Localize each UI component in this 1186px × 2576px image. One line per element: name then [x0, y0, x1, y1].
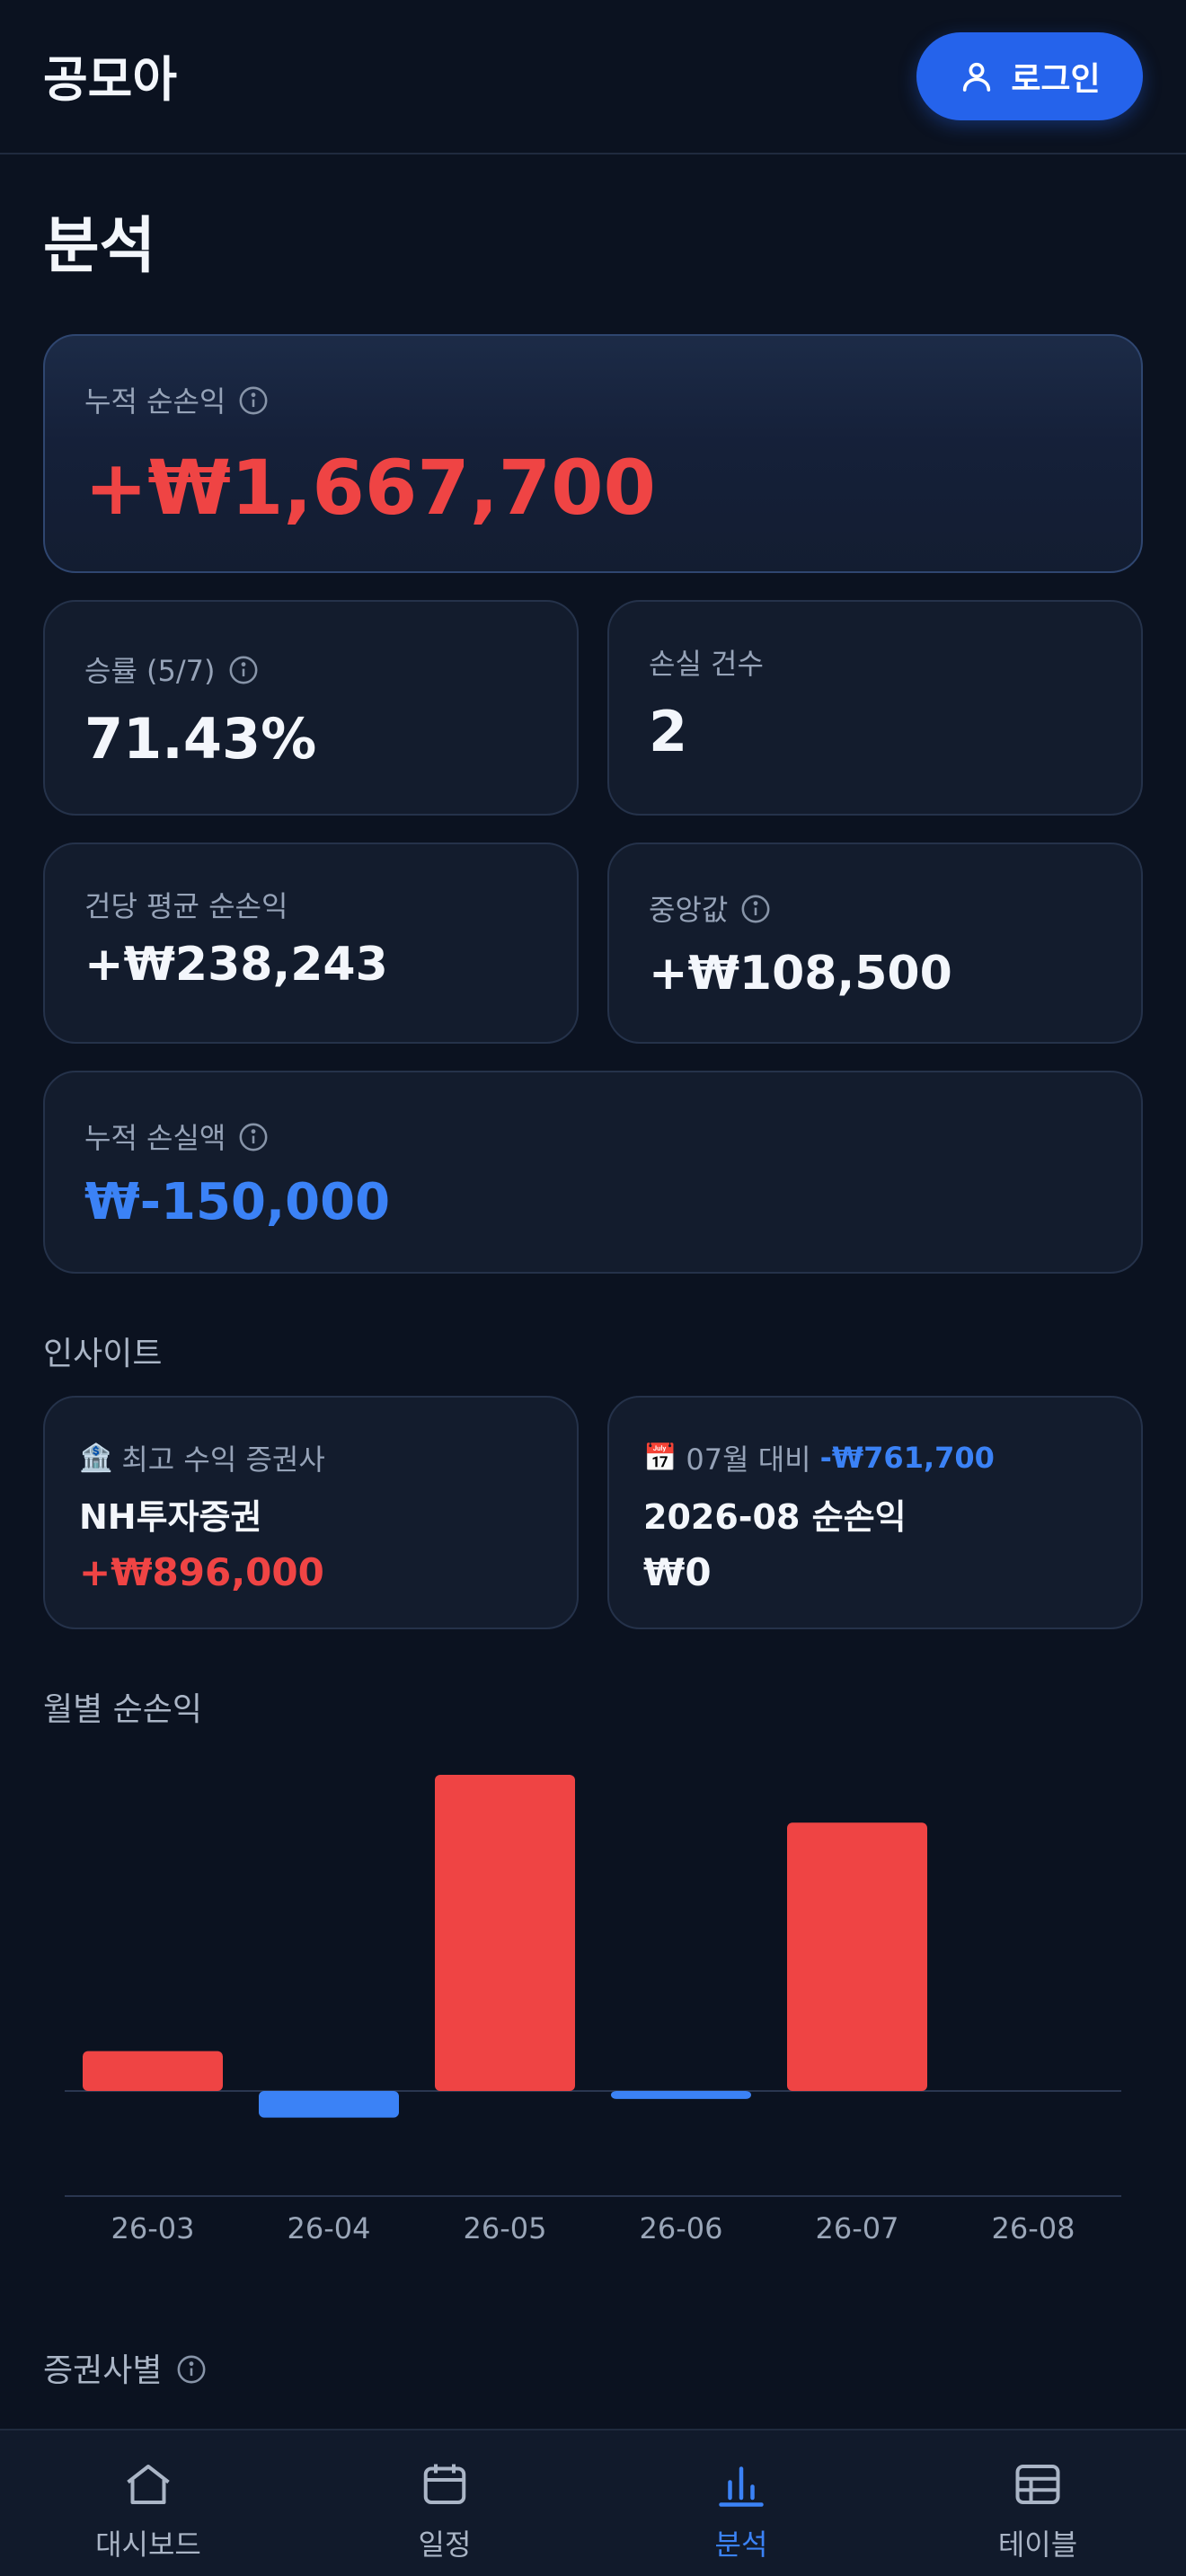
cumulative-net-value: +₩1,667,700 [84, 444, 656, 532]
x-tick-label: 26-05 [464, 2211, 547, 2245]
nav-item-schedule[interactable]: 일정 [337, 2457, 553, 2563]
cumulative-loss-label: 누적 손실액 [84, 1121, 226, 1155]
x-tick-label: 26-07 [816, 2211, 899, 2245]
month-compare-name: 2026-08 순손익 [643, 1497, 907, 1537]
avg-net-label: 건당 평균 순손익 [84, 889, 288, 923]
cumulative-loss-value: ₩-150,000 [84, 1173, 391, 1231]
cumulative-net-card: 누적 순손익 +₩1,667,700 [43, 334, 1143, 573]
x-tick-label: 26-08 [992, 2211, 1075, 2245]
month-compare-label: 07월 대비 [686, 1442, 811, 1477]
bar-26-06[interactable] [611, 2091, 751, 2099]
nav-item-analysis[interactable]: 분석 [633, 2457, 849, 2563]
top-broker-label: 최고 수익 증권사 [121, 1442, 325, 1477]
info-icon[interactable] [228, 654, 259, 684]
win-rate-value: 71.43% [84, 706, 317, 772]
user-icon [959, 58, 995, 94]
home-icon [121, 2457, 175, 2511]
page-title: 분석 [43, 211, 156, 282]
nav-label-table: 테이블 [997, 2527, 1078, 2562]
table-icon [1011, 2457, 1065, 2511]
top-broker-value: +₩896,000 [79, 1550, 324, 1594]
nav-item-dashboard[interactable]: 대시보드 [40, 2457, 256, 2563]
x-tick-label: 26-06 [640, 2211, 723, 2245]
x-tick-label: 26-04 [288, 2211, 371, 2245]
monthly-bar-chart: 26-03 26-04 26-05 26-06 26-07 26-08 [65, 1775, 1121, 2245]
median-card: 중앙값 +₩108,500 [607, 842, 1143, 1044]
bar-26-07[interactable] [787, 1822, 927, 2091]
app-header: 공모아 로그인 [0, 0, 1186, 154]
info-icon[interactable] [238, 384, 269, 415]
top-broker-name: NH투자증권 [79, 1497, 262, 1537]
bottom-nav: 대시보드 일정 분석 테이블 [0, 2429, 1186, 2576]
broker-section-title: 증권사별 [43, 2352, 163, 2389]
win-rate-card: 승률 (5/7) 71.43% [43, 600, 579, 816]
nav-label-dashboard: 대시보드 [95, 2527, 201, 2562]
bar-26-05[interactable] [435, 1775, 575, 2091]
median-label: 중앙값 [649, 893, 729, 927]
bank-icon: 🏦 [79, 1442, 113, 1474]
cumulative-loss-card: 누적 손실액 ₩-150,000 [43, 1071, 1143, 1274]
avg-net-card: 건당 평균 순손익 +₩238,243 [43, 842, 579, 1044]
bar-26-03[interactable] [83, 2051, 223, 2091]
bar-chart-icon [714, 2457, 768, 2511]
loss-count-card: 손실 건수 2 [607, 600, 1143, 816]
monthly-chart-title: 월별 순손익 [43, 1691, 203, 1728]
top-broker-card: 🏦 최고 수익 증권사 NH투자증권 +₩896,000 [43, 1396, 579, 1629]
avg-net-value: +₩238,243 [84, 938, 388, 992]
calendar-icon: 📅 [643, 1442, 677, 1474]
month-compare-card: 📅 07월 대비 -₩761,700 2026-08 순손익 ₩0 [607, 1396, 1143, 1629]
info-icon[interactable] [238, 1121, 269, 1151]
month-compare-value: ₩0 [643, 1550, 712, 1594]
nav-label-analysis: 분석 [714, 2527, 768, 2562]
info-icon[interactable] [176, 2352, 207, 2384]
app-brand[interactable]: 공모아 [43, 40, 177, 110]
cumulative-net-label: 누적 순손익 [84, 384, 226, 419]
month-compare-delta: -₩761,700 [819, 1441, 995, 1475]
loss-count-label: 손실 건수 [649, 647, 764, 681]
login-button[interactable]: 로그인 [916, 32, 1143, 120]
median-value: +₩108,500 [649, 947, 952, 1001]
nav-item-table[interactable]: 테이블 [930, 2457, 1146, 2563]
login-label: 로그인 [1011, 61, 1101, 98]
insights-title: 인사이트 [43, 1336, 163, 1372]
loss-count-value: 2 [649, 699, 688, 764]
nav-label-schedule: 일정 [418, 2527, 472, 2562]
win-rate-label: 승률 (5/7) [84, 654, 216, 688]
calendar-icon [418, 2457, 472, 2511]
info-icon[interactable] [740, 893, 771, 923]
bar-26-04[interactable] [259, 2091, 399, 2118]
x-tick-label: 26-03 [111, 2211, 195, 2245]
